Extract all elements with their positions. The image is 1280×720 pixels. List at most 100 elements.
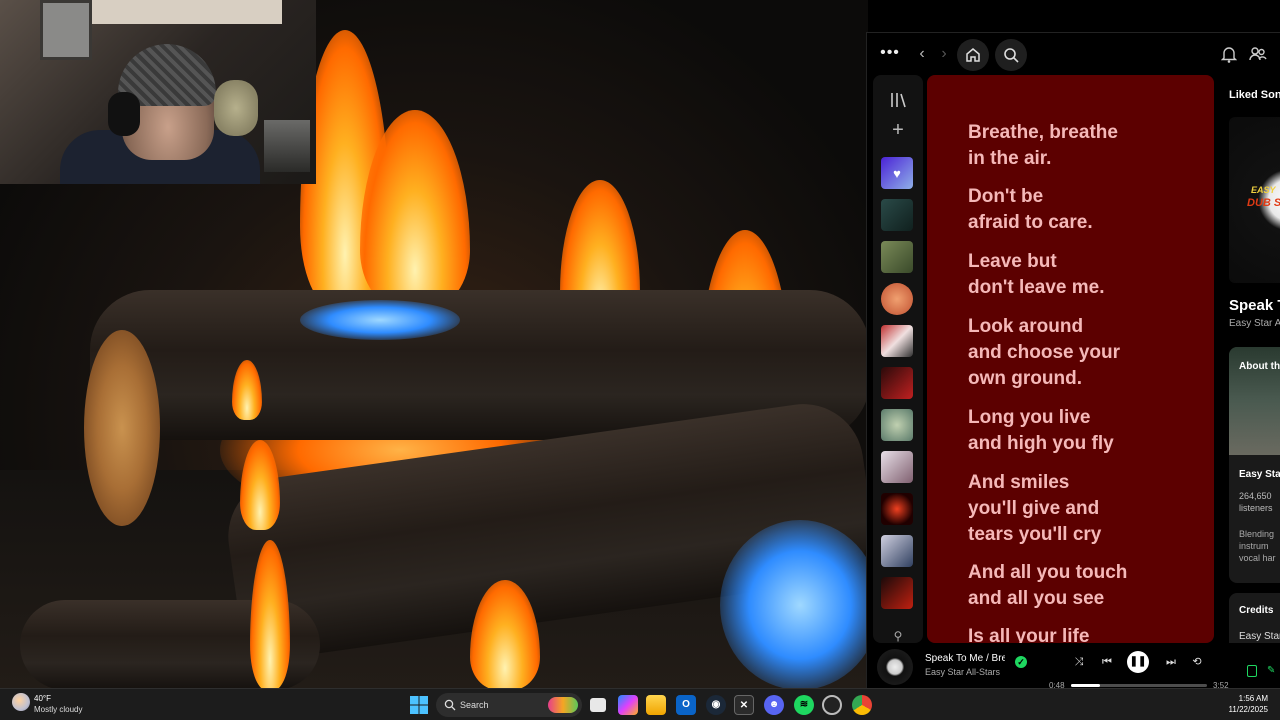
library-icon[interactable] <box>889 91 907 109</box>
lyrics-panel: Breathe, breathe in the air. Don't be afra… <box>927 75 1214 643</box>
webcam-overlay <box>0 0 316 184</box>
sidebar-playlist[interactable] <box>881 535 913 567</box>
lyric-line[interactable]: Is all your life <box>968 624 1198 643</box>
artist-bio: vocal har <box>1239 553 1276 563</box>
webcam-headphones <box>108 92 140 136</box>
now-playing-panel: Liked Songs EASY DUB SI Speak T Easy Sta… <box>1219 75 1280 643</box>
lyrics-icon[interactable]: ✎ <box>1267 665 1277 677</box>
progress-bar[interactable] <box>1071 684 1207 687</box>
sidebar-playlist[interactable] <box>881 367 913 399</box>
obs-icon[interactable] <box>822 695 842 715</box>
artist-bio: instrum <box>1239 541 1269 551</box>
heart-icon: ♥ <box>893 165 901 181</box>
home-icon <box>966 48 980 62</box>
search-button[interactable] <box>995 39 1027 71</box>
back-arrow-icon[interactable]: ‹ <box>913 44 931 64</box>
album-cover-text: EASY <box>1251 185 1276 195</box>
search-label: Search <box>460 700 489 710</box>
library-sidebar: + ♥ ⚲ <box>873 75 923 643</box>
shuffle-icon[interactable]: ⤨ <box>1071 655 1087 669</box>
clock-date[interactable]: 11/22/2025 <box>1222 705 1268 714</box>
repeat-icon[interactable]: ⟲ <box>1189 655 1205 669</box>
album-cover-text: DUB SI <box>1247 197 1280 209</box>
steam-icon[interactable]: ◉ <box>706 695 726 715</box>
pause-button[interactable]: ❚❚ <box>1127 651 1149 673</box>
copilot-icon[interactable] <box>618 695 638 715</box>
xbox-icon[interactable]: ✕ <box>734 695 754 715</box>
spotify-topbar: ••• ‹ › <box>867 33 1280 75</box>
lyric-line[interactable]: And smiles you'll give and tears you'll cr… <box>968 470 1198 548</box>
sidebar-playlist[interactable] <box>881 493 913 525</box>
about-artist-label: About th <box>1239 361 1280 372</box>
lyric-line[interactable]: Leave but don't leave me. <box>968 249 1198 301</box>
search-icon <box>1004 48 1019 63</box>
webcam-figure <box>214 80 258 136</box>
webcam-wall <box>92 0 282 24</box>
webcam-equipment <box>264 120 310 172</box>
player-track-title[interactable]: Speak To Me / Breathe <box>925 653 1005 664</box>
desktop: ••• ‹ › + ♥ ⚲ Breathe, breathe in the ai… <box>0 0 1280 720</box>
spotify-icon[interactable]: ≋ <box>794 695 814 715</box>
sidebar-artist[interactable] <box>881 283 913 315</box>
discord-icon[interactable]: ☻ <box>764 695 784 715</box>
webcam-window <box>40 0 92 60</box>
taskbar: 40°F Mostly cloudy Search O ◉ ✕ ☻ ≋ 1:56… <box>0 688 1280 720</box>
search-highlight-icon <box>548 697 578 713</box>
sidebar-liked-songs[interactable]: ♥ <box>881 157 913 189</box>
monthly-listeners-count: 264,650 <box>1239 491 1272 501</box>
weather-icon[interactable] <box>12 693 30 711</box>
sidebar-playlist[interactable] <box>881 199 913 231</box>
taskbar-search-box[interactable]: Search <box>436 693 582 717</box>
spotify-window: ••• ‹ › + ♥ ⚲ Breathe, breathe in the ai… <box>866 32 1280 690</box>
lyric-line[interactable]: Don't be afraid to care. <box>968 184 1198 236</box>
sidebar-playlist[interactable] <box>881 577 913 609</box>
home-button[interactable] <box>957 39 989 71</box>
about-artist-card[interactable]: About th Easy Sta 264,650 listeners Blen… <box>1229 347 1280 583</box>
weather-temperature[interactable]: 40°F <box>34 694 51 703</box>
player-album-art[interactable] <box>877 649 913 685</box>
player-bar: Speak To Me / Breathe Easy Star All-Star… <box>867 645 1280 690</box>
progress-fill <box>1071 684 1100 687</box>
lyric-line[interactable]: Breathe, breathe in the air. <box>968 120 1198 172</box>
friends-icon[interactable] <box>1249 45 1267 63</box>
artist-bio: Blending <box>1239 529 1275 539</box>
credits-label: Credits <box>1239 605 1274 616</box>
player-track-artist[interactable]: Easy Star All-Stars <box>925 667 1000 677</box>
about-artist-name: Easy Sta <box>1239 469 1280 480</box>
menu-dots-icon[interactable]: ••• <box>879 43 901 63</box>
now-playing-title[interactable]: Speak T <box>1229 297 1280 314</box>
search-icon <box>444 699 456 711</box>
lyric-line[interactable]: And all you touch and all you see <box>968 560 1198 612</box>
sidebar-playlist[interactable] <box>881 241 913 273</box>
bell-icon[interactable] <box>1221 45 1237 63</box>
file-explorer-icon[interactable] <box>646 695 666 715</box>
sidebar-playlist[interactable] <box>881 325 913 357</box>
create-playlist-icon[interactable]: + <box>889 120 907 140</box>
previous-icon[interactable]: ⏮ <box>1099 655 1115 669</box>
now-playing-playlist-label[interactable]: Liked Songs <box>1229 89 1280 101</box>
clock-time[interactable]: 1:56 AM <box>1222 694 1268 703</box>
chrome-icon[interactable] <box>852 695 872 715</box>
now-playing-view-icon[interactable] <box>1247 665 1257 677</box>
forward-arrow-icon[interactable]: › <box>935 44 953 64</box>
sidebar-playlist[interactable] <box>881 409 913 441</box>
lyric-line[interactable]: Long you live and high you fly <box>968 405 1198 457</box>
blue-flame <box>300 300 460 340</box>
weather-description[interactable]: Mostly cloudy <box>34 705 82 714</box>
windows-start-icon[interactable] <box>410 696 428 714</box>
credits-artist[interactable]: Easy Star <box>1239 631 1280 642</box>
saved-check-icon[interactable]: ✓ <box>1015 656 1027 668</box>
log-end <box>84 330 160 526</box>
sidebar-playlist[interactable] <box>881 451 913 483</box>
album-cover: EASY DUB SI <box>1229 117 1280 283</box>
credits-card: Credits Easy Star <box>1229 593 1280 643</box>
monthly-listeners-label: listeners <box>1239 503 1273 513</box>
task-view-icon[interactable] <box>590 698 606 712</box>
account-icon[interactable]: ⚲ <box>889 629 907 643</box>
next-icon[interactable]: ⏭ <box>1163 655 1179 669</box>
lyric-line[interactable]: Look around and choose your own ground. <box>968 314 1198 392</box>
fireplace-video <box>0 0 868 688</box>
now-playing-artist[interactable]: Easy Star A <box>1229 318 1280 329</box>
outlook-icon[interactable]: O <box>676 695 696 715</box>
blue-flame <box>720 520 868 688</box>
